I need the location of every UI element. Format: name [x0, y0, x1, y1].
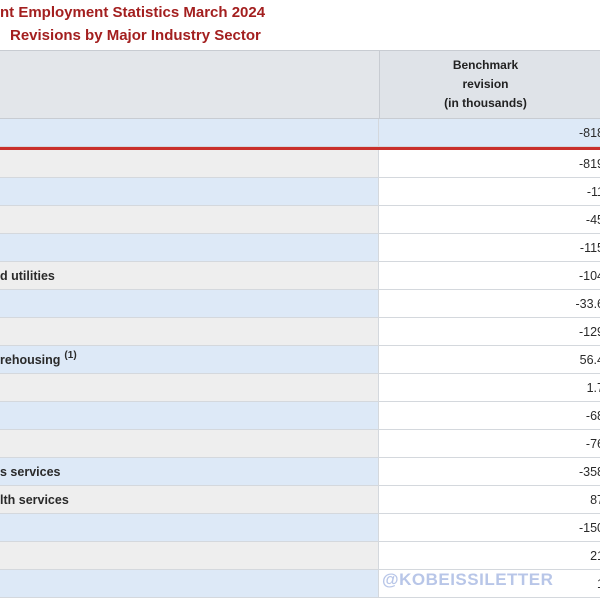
table-row: -115	[0, 234, 600, 262]
row-label	[0, 402, 378, 429]
row-label-text: lth services	[0, 492, 69, 507]
row-label: lth services	[0, 486, 378, 513]
row-value: 1.7	[378, 374, 600, 401]
row-value-text: -45	[585, 212, 600, 227]
row-value: 87	[378, 486, 600, 513]
table-row: -76	[0, 430, 600, 458]
row-value: -358	[378, 458, 600, 485]
table-row: s services -358	[0, 458, 600, 486]
row-value-text: -818	[578, 125, 600, 140]
table-title: nt Employment Statistics March 2024	[0, 4, 266, 21]
row-label-text: s services	[0, 464, 61, 479]
table-row: -11	[0, 178, 600, 206]
row-value: -33.6	[378, 290, 600, 317]
row-value: 56.4	[378, 346, 600, 373]
row-label	[0, 206, 378, 233]
table-row: -819	[0, 150, 600, 178]
header-benchmark-cell: Benchmark revision (in thousands)	[379, 51, 600, 118]
row-value-text: -819	[578, 156, 600, 171]
row-value-text: -358	[578, 464, 600, 479]
row-label	[0, 374, 378, 401]
table-row: -33.6	[0, 290, 600, 318]
table-body: -819 -11 -45 -115 d utilities -104 -33.6 -129 re…	[0, 150, 600, 598]
row-value: -11	[378, 178, 600, 205]
header-benchmark-line1: Benchmark	[452, 58, 519, 72]
row-value: -104	[378, 262, 600, 289]
row-value-text: -33.6	[575, 296, 600, 311]
row-value: -68	[378, 402, 600, 429]
row-label-text: d utilities	[0, 268, 55, 283]
row-value: -150	[378, 514, 600, 541]
row-value: 21	[378, 542, 600, 569]
row-footnote-marker: (1)	[64, 350, 77, 361]
row-label: s services	[0, 458, 378, 485]
row-value: -76	[378, 430, 600, 457]
row-value-text: 21	[590, 548, 600, 563]
table-row-total: -818	[0, 119, 600, 147]
row-label	[0, 514, 378, 541]
row-label	[0, 150, 378, 177]
row-label	[0, 119, 378, 146]
table-row: -129	[0, 318, 600, 346]
table-row: -45	[0, 206, 600, 234]
watermark: @KOBEISSILETTER	[382, 570, 554, 589]
row-value-text: 87	[590, 492, 600, 507]
table-row: 21	[0, 542, 600, 570]
header-industry-cell	[0, 51, 378, 118]
row-value-text: -68	[585, 408, 600, 423]
table-subtitle: Revisions by Major Industry Sector	[10, 27, 261, 44]
table-row: lth services 87	[0, 486, 600, 514]
row-value-text: -76	[585, 436, 600, 451]
row-label	[0, 290, 378, 317]
row-value-text: -11	[586, 184, 600, 199]
row-label	[0, 178, 378, 205]
row-value-text: -104	[578, 268, 600, 283]
table-header: Benchmark revision (in thousands)	[0, 50, 600, 119]
row-value: -819	[378, 150, 600, 177]
table-row: -150	[0, 514, 600, 542]
row-value-text: -150	[578, 520, 600, 535]
revisions-table: Benchmark revision (in thousands) -818 -…	[0, 50, 600, 598]
row-value: -129	[378, 318, 600, 345]
table-row: -68	[0, 402, 600, 430]
table-row: 1.7	[0, 374, 600, 402]
row-value-text: -115	[579, 240, 600, 255]
row-value-text: 56.4	[579, 352, 600, 367]
table-row: rehousing(1) 56.4	[0, 346, 600, 374]
row-value: -818	[378, 119, 600, 146]
row-value-text: 1.7	[586, 380, 600, 395]
row-label	[0, 570, 378, 597]
row-label-text: rehousing	[0, 352, 61, 367]
row-label	[0, 542, 378, 569]
row-value: -45	[378, 206, 600, 233]
row-value: -115	[378, 234, 600, 261]
row-label	[0, 234, 378, 261]
table-row: d utilities -104	[0, 262, 600, 290]
row-label: rehousing (1)	[0, 346, 378, 373]
page: nt Employment Statistics March 2024 Revi…	[0, 0, 600, 600]
row-value-text: -129	[578, 324, 600, 339]
header-benchmark-line3: (in thousands)	[444, 96, 527, 110]
header-benchmark-line2: revision	[462, 77, 509, 91]
row-label: d utilities	[0, 262, 378, 289]
row-label	[0, 318, 378, 345]
row-label	[0, 430, 378, 457]
